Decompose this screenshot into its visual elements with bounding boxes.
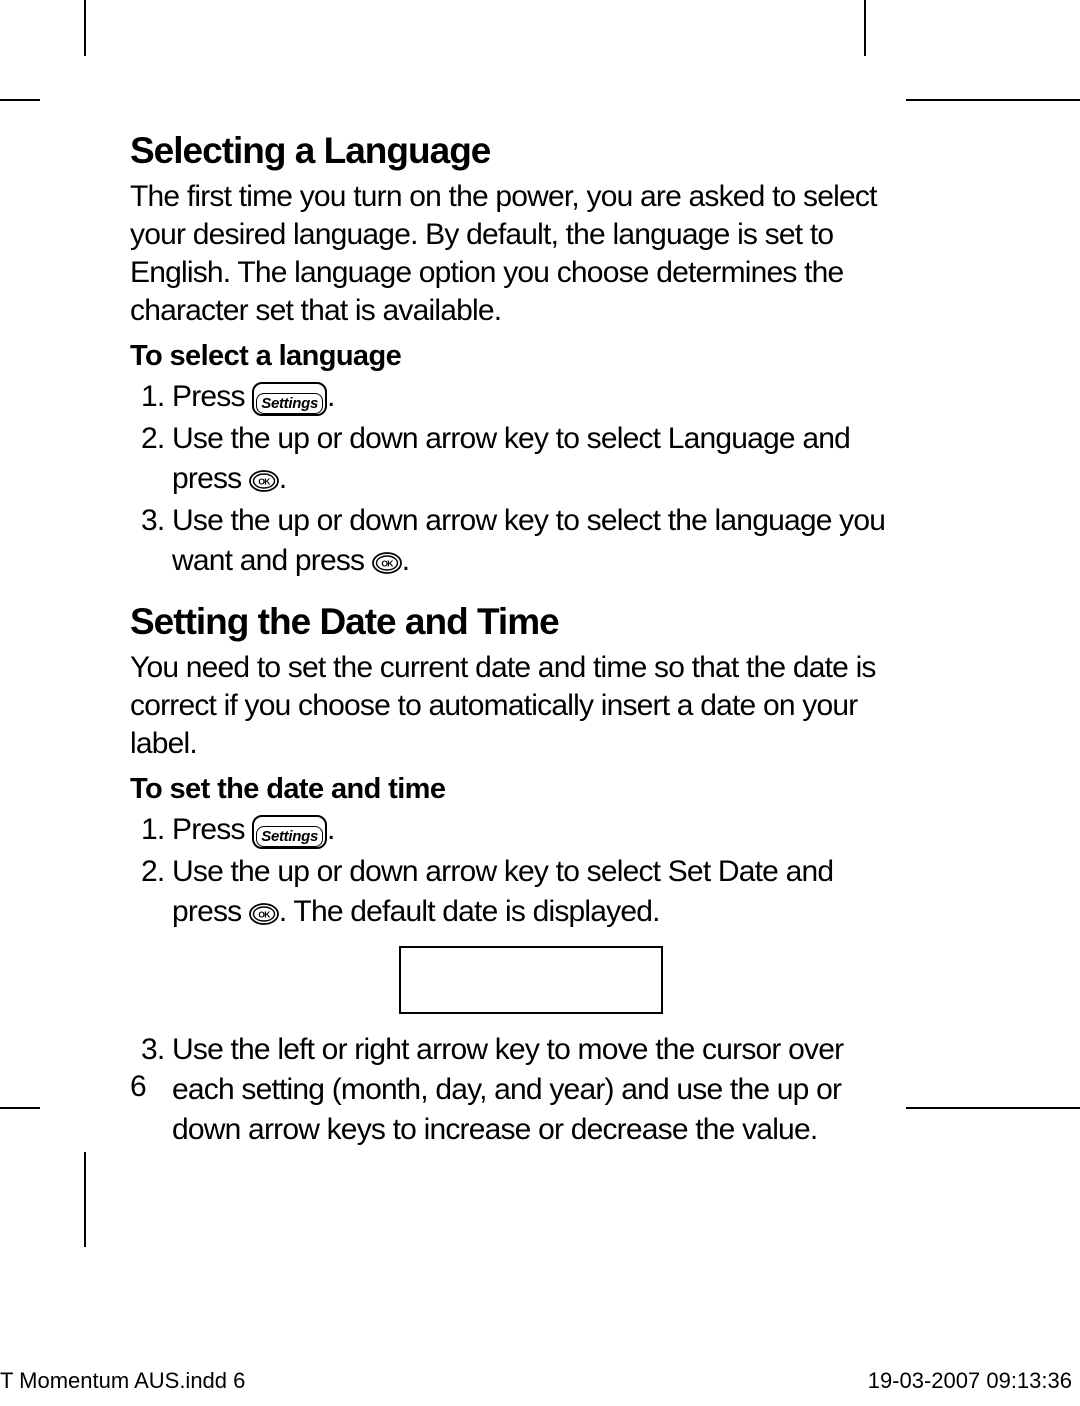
step-text: Use the up or down arrow key to select t… <box>172 504 885 577</box>
step-text: . <box>279 462 287 495</box>
display-box <box>399 946 663 1014</box>
page-content: Selecting a Language The first time you … <box>130 130 890 1164</box>
heading-date-time: Setting the Date and Time <box>130 601 890 643</box>
step-text: . <box>327 380 335 413</box>
settings-button-label: Settings <box>256 393 323 414</box>
settings-button-icon: Settings <box>252 815 327 849</box>
crop-mark <box>0 1107 40 1109</box>
step-text: . The default date is displayed. <box>279 895 660 928</box>
crop-mark <box>906 1107 1080 1109</box>
footer-filename: T Momentum AUS.indd 6 <box>0 1368 245 1394</box>
list-item: Use the up or down arrow key to select S… <box>172 852 890 1014</box>
intro-date-time: You need to set the current date and tim… <box>130 649 890 763</box>
crop-mark <box>864 0 866 56</box>
steps-set-date-time: Press Settings. Use the up or down arrow… <box>130 810 890 1150</box>
subheading-set-date-time: To set the date and time <box>130 773 890 806</box>
crop-mark <box>84 0 86 56</box>
svg-text:OK: OK <box>381 559 394 569</box>
crop-mark <box>906 99 1080 101</box>
step-text: . <box>402 544 410 577</box>
ok-button-icon: OK <box>249 903 279 925</box>
step-text: Press <box>172 380 252 413</box>
list-item: Press Settings. <box>172 377 890 417</box>
settings-button-icon: Settings <box>252 382 327 416</box>
page-number: 6 <box>130 1070 147 1104</box>
svg-text:OK: OK <box>258 910 271 920</box>
step-text: . <box>327 813 335 846</box>
step-text: Use the left or right arrow key to move … <box>172 1033 843 1146</box>
settings-button-label: Settings <box>256 826 323 847</box>
step-text: Press <box>172 813 252 846</box>
ok-button-icon: OK <box>372 552 402 574</box>
footer-timestamp: 19-03-2007 09:13:36 <box>868 1368 1072 1394</box>
crop-mark <box>84 1152 86 1247</box>
ok-button-icon: OK <box>249 470 279 492</box>
heading-selecting-language: Selecting a Language <box>130 130 890 172</box>
list-item: Press Settings. <box>172 810 890 850</box>
subheading-select-language: To select a language <box>130 340 890 373</box>
list-item: Use the up or down arrow key to select L… <box>172 419 890 499</box>
list-item: Use the up or down arrow key to select t… <box>172 501 890 581</box>
svg-text:OK: OK <box>258 477 271 487</box>
list-item: Use the left or right arrow key to move … <box>172 1030 890 1150</box>
steps-select-language: Press Settings. Use the up or down arrow… <box>130 377 890 581</box>
crop-mark <box>0 99 40 101</box>
intro-selecting-language: The first time you turn on the power, yo… <box>130 178 890 330</box>
